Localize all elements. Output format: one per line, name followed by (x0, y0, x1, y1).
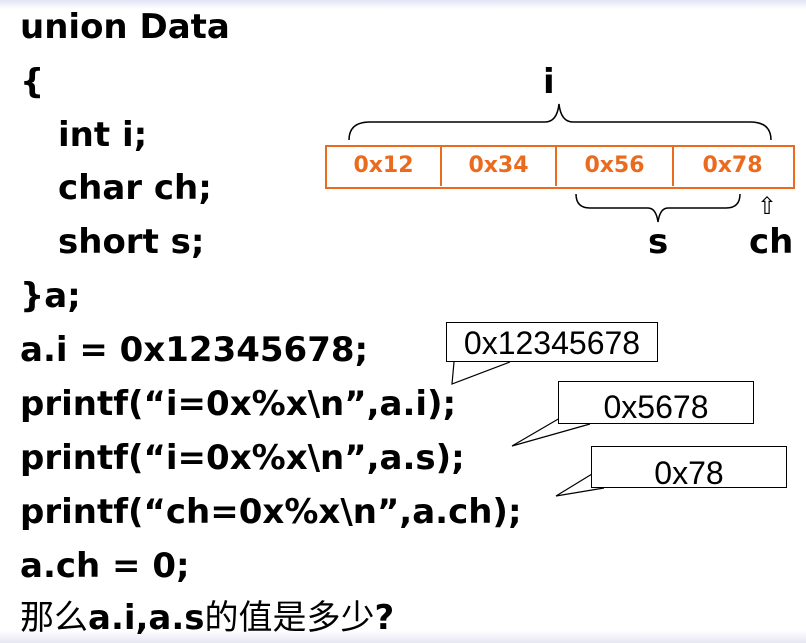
brace-s (575, 193, 741, 223)
callout-tail-ai (451, 361, 511, 385)
diagram-lines (348, 103, 772, 497)
callout-ach: 0x78 (591, 446, 787, 491)
brace-i (348, 103, 772, 141)
callout-ai: 0x12345678 (446, 322, 658, 362)
callout-as: 0x5678 (558, 381, 754, 425)
